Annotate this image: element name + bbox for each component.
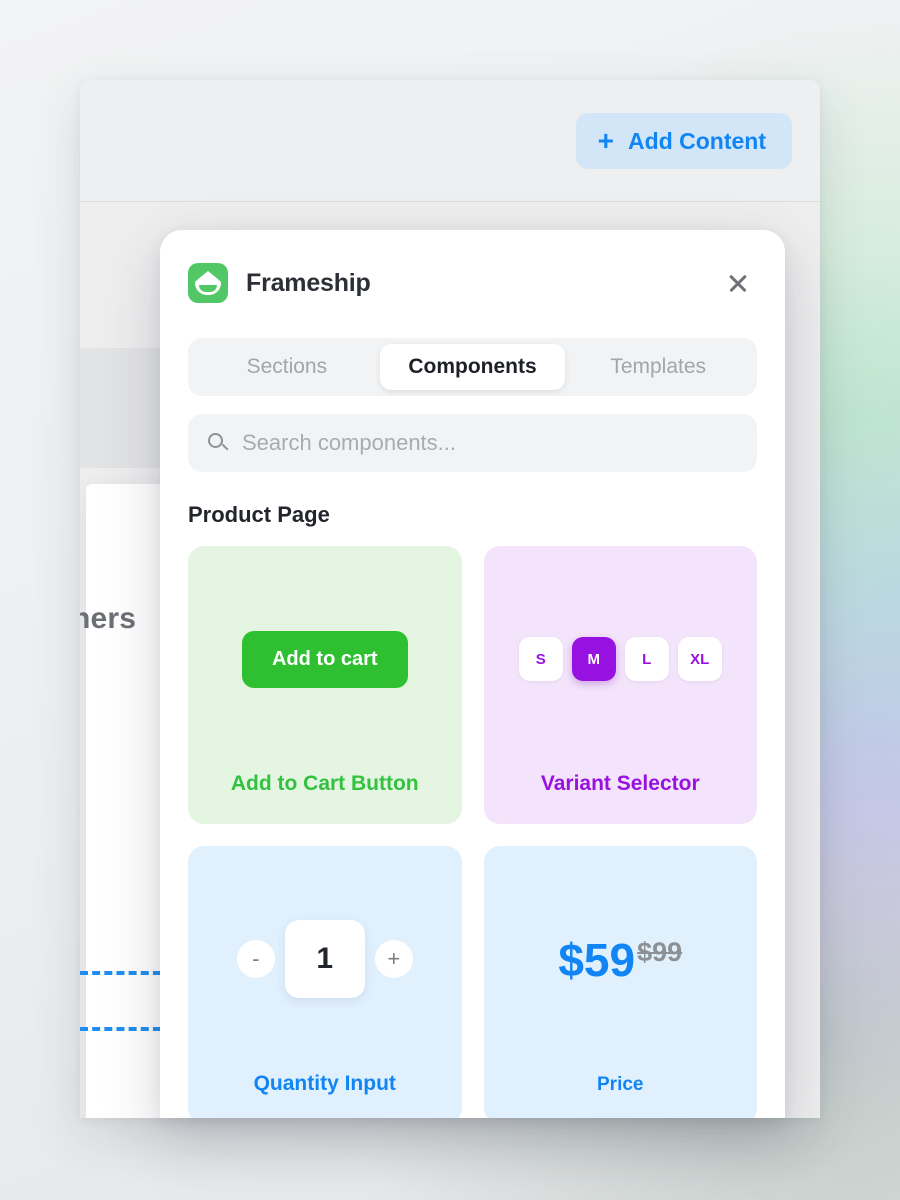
component-card-label: Variant Selector [540, 772, 700, 795]
quantity-increment-button[interactable]: + [374, 940, 413, 978]
price-current: $59 [558, 934, 636, 986]
tab-components[interactable]: Components [379, 344, 566, 390]
component-card-price[interactable]: $59 $99 Price [483, 846, 757, 1118]
price-old: $99 [637, 937, 683, 967]
variant-row: S M L XL [518, 637, 722, 681]
quantity-value[interactable]: 1 [284, 920, 365, 998]
plus-icon: + [597, 125, 615, 156]
section-title: Product Page [188, 502, 330, 527]
app-toolbar: + Add Content [80, 80, 820, 202]
component-card-label: Add to Cart Button [230, 772, 419, 795]
brand-name: Frameship [246, 268, 371, 297]
price-row: $59 $99 [558, 937, 682, 983]
card-preview: $59 $99 [494, 846, 748, 1074]
search-icon [208, 433, 229, 453]
component-card-add-to-cart[interactable]: Add to cart Add to Cart Button [188, 546, 462, 824]
quantity-decrement-button[interactable]: - [236, 940, 275, 978]
close-icon[interactable] [723, 268, 753, 298]
variant-chip-m[interactable]: M [571, 637, 616, 681]
modal-tabs: Sections Components Templates [188, 338, 757, 396]
variant-chip-l[interactable]: L [624, 637, 669, 681]
variant-chip-xl[interactable]: XL [677, 637, 722, 681]
card-preview: - 1 + [198, 846, 452, 1072]
component-card-label: Quantity Input [253, 1072, 396, 1095]
tab-templates[interactable]: Templates [565, 344, 751, 390]
add-to-cart-button[interactable]: Add to cart [241, 630, 408, 688]
card-preview: S M L XL [494, 546, 748, 772]
search-input[interactable] [242, 430, 737, 456]
card-preview: Add to cart [198, 546, 452, 772]
modal-header: Frameship [160, 230, 785, 306]
canvas-heading: ners [80, 602, 137, 635]
quantity-stepper: - 1 + [236, 920, 413, 998]
component-grid: Add to cart Add to Cart Button S M L XL … [188, 546, 757, 1118]
search-box[interactable] [188, 414, 757, 472]
add-content-button[interactable]: + Add Content [575, 113, 792, 169]
component-library-modal: Frameship Sections Components Templates … [160, 230, 785, 1118]
variant-chip-s[interactable]: S [518, 637, 563, 681]
component-card-variant-selector[interactable]: S M L XL Variant Selector [483, 546, 757, 824]
add-content-label: Add Content [628, 127, 766, 154]
component-card-label: Price [597, 1074, 644, 1095]
tab-sections[interactable]: Sections [194, 344, 380, 390]
component-card-quantity-input[interactable]: - 1 + Quantity Input [188, 846, 462, 1118]
basket-logo-icon [188, 263, 228, 303]
